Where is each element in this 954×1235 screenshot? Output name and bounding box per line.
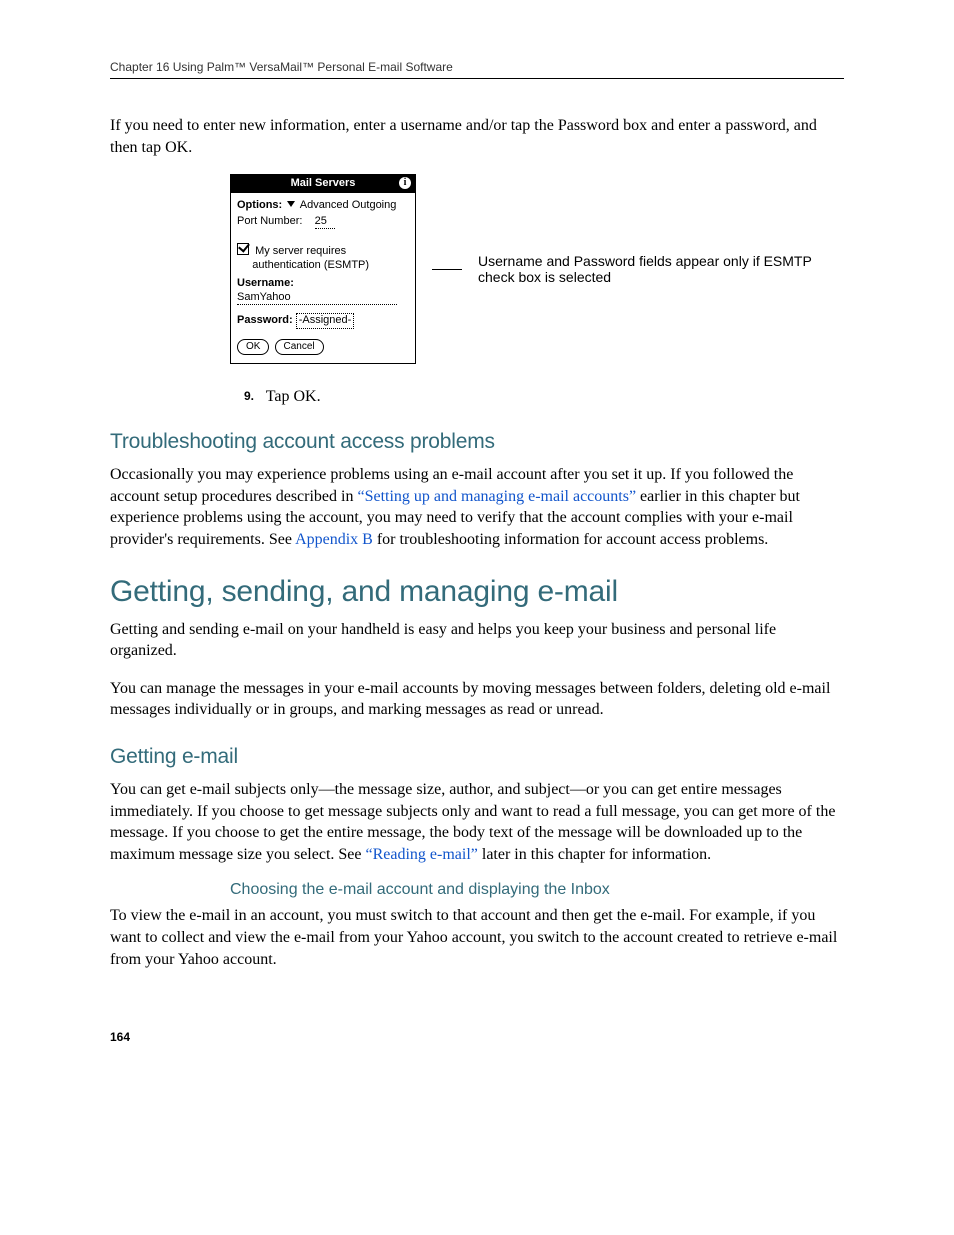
password-input[interactable]: -Assigned- <box>296 313 355 329</box>
dialog-cancel-button[interactable]: Cancel <box>275 339 324 355</box>
password-label: Password: <box>237 314 293 326</box>
dialog-title-bar: Mail Servers i <box>231 175 415 193</box>
getting-email-paragraph: You can get e-mail subjects only—the mes… <box>110 779 844 865</box>
figure-row: Mail Servers i Options: Advanced Outgoin… <box>230 174 844 364</box>
step-number: 9. <box>230 389 254 403</box>
step-9: 9. Tap OK. <box>230 388 844 406</box>
username-input[interactable]: SamYahoo <box>237 291 397 306</box>
dialog-title: Mail Servers <box>291 177 356 189</box>
getting-p1: Getting and sending e-mail on your handh… <box>110 619 844 662</box>
link-reading-email[interactable]: “Reading e-mail” <box>365 846 477 863</box>
mail-servers-dialog: Mail Servers i Options: Advanced Outgoin… <box>230 174 416 364</box>
heading-getting-email: Getting e-mail <box>110 745 844 769</box>
options-label: Options: <box>237 199 282 211</box>
choosing-paragraph: To view the e-mail in an account, you mu… <box>110 905 844 970</box>
heading-troubleshooting: Troubleshooting account access problems <box>110 430 844 454</box>
dialog-ok-button[interactable]: OK <box>237 339 269 355</box>
running-header: Chapter 16 Using Palm™ VersaMail™ Person… <box>110 60 844 79</box>
port-label: Port Number: <box>237 215 302 227</box>
esmtp-label-line1: My server requires <box>255 245 346 257</box>
heading-getting-sending-managing: Getting, sending, and managing e-mail <box>110 575 844 609</box>
callout-leader-line <box>432 269 462 270</box>
link-appendix-b[interactable]: Appendix B <box>295 531 373 548</box>
callout-text: Username and Password fields appear only… <box>478 253 818 285</box>
page-number: 164 <box>110 1030 844 1044</box>
dropdown-triangle-icon[interactable] <box>287 201 295 207</box>
info-icon[interactable]: i <box>399 177 411 189</box>
link-setting-up-accounts[interactable]: “Setting up and managing e-mail accounts… <box>357 488 636 505</box>
esmtp-label-line2: authentication (ESMTP) <box>252 259 369 271</box>
heading-choosing-account: Choosing the e-mail account and displayi… <box>230 881 844 899</box>
options-value[interactable]: Advanced Outgoing <box>300 199 397 211</box>
troubleshooting-paragraph: Occasionally you may experience problems… <box>110 464 844 550</box>
port-input[interactable]: 25 <box>315 215 335 230</box>
username-label: Username: <box>237 277 294 289</box>
getting-p2: You can manage the messages in your e-ma… <box>110 678 844 721</box>
esmtp-checkbox[interactable] <box>237 243 249 255</box>
step-text: Tap OK. <box>266 388 321 405</box>
intro-paragraph: If you need to enter new information, en… <box>110 115 844 158</box>
